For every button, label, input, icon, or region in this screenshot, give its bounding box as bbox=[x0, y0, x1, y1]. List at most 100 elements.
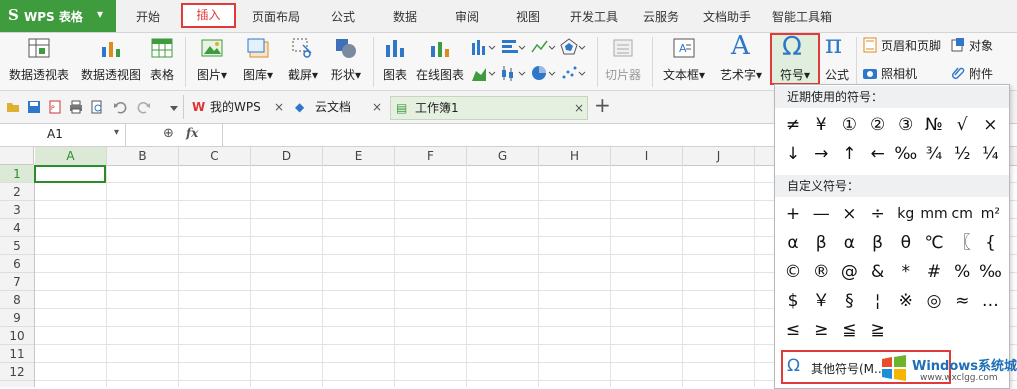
tab-my-wps[interactable]: W 我的WPS × bbox=[190, 96, 290, 120]
column-header[interactable]: J bbox=[683, 147, 755, 165]
gallery-button[interactable]: 图库▾ bbox=[238, 33, 278, 90]
symbol-item[interactable]: β bbox=[807, 230, 835, 256]
area-chart-icon[interactable] bbox=[470, 63, 496, 83]
tab-home[interactable]: 开始 bbox=[136, 8, 160, 25]
symbol-item[interactable]: { bbox=[976, 230, 1004, 256]
tab-page-layout[interactable]: 页面布局 bbox=[252, 8, 300, 25]
symbol-item[interactable]: ¦ bbox=[864, 288, 892, 314]
symbol-item[interactable]: ® bbox=[807, 259, 835, 285]
row-header[interactable]: 10 bbox=[0, 327, 34, 345]
symbol-item[interactable]: ≧ bbox=[864, 317, 892, 343]
symbol-item[interactable]: ◎ bbox=[920, 288, 948, 314]
symbol-item[interactable]: cm bbox=[948, 201, 976, 227]
symbol-item[interactable]: ↓ bbox=[779, 141, 807, 167]
stock-chart-icon[interactable] bbox=[500, 63, 526, 83]
zoom-icon[interactable]: ⊕ bbox=[163, 126, 174, 141]
chevron-down-icon[interactable]: ▾ bbox=[114, 127, 119, 138]
column-header[interactable]: G bbox=[467, 147, 539, 165]
symbol-item[interactable]: √ bbox=[948, 112, 976, 138]
symbol-item[interactable]: 〖 bbox=[948, 230, 976, 256]
symbol-item[interactable]: ① bbox=[835, 112, 863, 138]
symbol-item[interactable]: m² bbox=[976, 201, 1004, 227]
symbol-item[interactable]: ¼ bbox=[976, 141, 1004, 167]
symbol-item[interactable]: % bbox=[948, 259, 976, 285]
tab-review[interactable]: 审阅 bbox=[455, 8, 479, 25]
print-preview-icon[interactable] bbox=[90, 100, 104, 114]
symbol-item[interactable]: … bbox=[976, 288, 1004, 314]
symbol-item[interactable]: + bbox=[779, 201, 807, 227]
screenshot-button[interactable]: 截屏▾ bbox=[283, 33, 323, 90]
symbol-item[interactable]: ↑ bbox=[835, 141, 863, 167]
tab-data[interactable]: 数据 bbox=[393, 8, 417, 25]
export-pdf-icon[interactable]: P bbox=[48, 100, 62, 114]
symbol-item[interactable]: ¥ bbox=[807, 112, 835, 138]
symbol-item[interactable]: # bbox=[920, 259, 948, 285]
row-header[interactable]: 5 bbox=[0, 237, 34, 255]
save-icon[interactable] bbox=[27, 100, 41, 114]
app-menu-button[interactable]: S WPS 表格 ▾ bbox=[0, 0, 116, 32]
online-chart-button[interactable]: 在线图表 bbox=[414, 33, 466, 90]
textbox-button[interactable]: A 文本框▾ bbox=[658, 33, 710, 90]
selected-cell-a1[interactable] bbox=[34, 165, 106, 183]
tab-insert[interactable]: 插入 bbox=[181, 3, 236, 28]
symbol-item[interactable]: ≦ bbox=[835, 317, 863, 343]
row-header[interactable]: 11 bbox=[0, 345, 34, 363]
chart-button[interactable]: 图表 bbox=[378, 33, 412, 90]
symbol-item[interactable]: ② bbox=[864, 112, 892, 138]
row-header[interactable]: 6 bbox=[0, 255, 34, 273]
radar-chart-icon[interactable] bbox=[560, 37, 586, 57]
symbol-item[interactable]: ≥ bbox=[807, 317, 835, 343]
tab-view[interactable]: 视图 bbox=[516, 8, 540, 25]
column-header[interactable]: C bbox=[179, 147, 251, 165]
symbol-item[interactable]: — bbox=[807, 201, 835, 227]
column-header[interactable]: D bbox=[251, 147, 323, 165]
symbol-item[interactable]: © bbox=[779, 259, 807, 285]
tab-doc-assistant[interactable]: 文档助手 bbox=[703, 8, 751, 25]
symbol-item[interactable]: β bbox=[864, 230, 892, 256]
tab-workbook1[interactable]: ▤ 工作簿1 × bbox=[390, 96, 588, 120]
symbol-item[interactable]: ≤ bbox=[779, 317, 807, 343]
pivot-chart-button[interactable]: 数据透视图 bbox=[78, 33, 144, 90]
tab-formulas[interactable]: 公式 bbox=[331, 8, 355, 25]
row-header[interactable]: 2 bbox=[0, 183, 34, 201]
close-icon[interactable]: × bbox=[372, 96, 382, 118]
row-header[interactable]: 7 bbox=[0, 273, 34, 291]
quick-access-dropdown-icon[interactable] bbox=[167, 101, 181, 115]
tab-cloud-docs[interactable]: ◆ 云文档 × bbox=[295, 96, 387, 120]
tab-developer[interactable]: 开发工具 bbox=[570, 8, 618, 25]
formula-button[interactable]: π 公式 bbox=[822, 30, 852, 90]
function-fx-icon[interactable]: fx bbox=[186, 126, 198, 140]
pivot-table-button[interactable]: 数据透视表 bbox=[6, 33, 72, 90]
symbol-item[interactable]: θ bbox=[892, 230, 920, 256]
print-icon[interactable] bbox=[69, 100, 83, 114]
bar-chart-icon[interactable] bbox=[500, 37, 526, 57]
scatter-chart-icon[interactable] bbox=[560, 63, 586, 83]
symbol-item[interactable]: ≠ bbox=[779, 112, 807, 138]
column-header[interactable]: E bbox=[323, 147, 395, 165]
tab-cloud-service[interactable]: 云服务 bbox=[643, 8, 679, 25]
row-header[interactable]: 4 bbox=[0, 219, 34, 237]
row-header[interactable]: 1 bbox=[0, 165, 34, 183]
column-header[interactable]: A bbox=[35, 147, 107, 165]
symbol-item[interactable]: * bbox=[892, 259, 920, 285]
redo-icon[interactable] bbox=[137, 100, 151, 114]
symbol-item[interactable]: № bbox=[920, 112, 948, 138]
undo-icon[interactable] bbox=[113, 100, 127, 114]
symbol-item[interactable]: α bbox=[779, 230, 807, 256]
symbol-item[interactable]: ③ bbox=[892, 112, 920, 138]
wordart-button[interactable]: A 艺术字▾ bbox=[714, 31, 768, 90]
symbol-item[interactable]: mm bbox=[920, 201, 948, 227]
shape-button[interactable]: 形状▾ bbox=[326, 33, 366, 90]
column-header[interactable]: H bbox=[539, 147, 611, 165]
close-icon[interactable]: × bbox=[574, 97, 584, 119]
symbol-button[interactable]: Ω 符号▾ bbox=[770, 32, 820, 85]
pie-chart-icon[interactable] bbox=[530, 63, 556, 83]
tab-smart-toolbox[interactable]: 智能工具箱 bbox=[772, 8, 832, 25]
symbol-item[interactable]: ← bbox=[864, 141, 892, 167]
name-box[interactable]: A1 ▾ bbox=[0, 124, 126, 146]
slicer-button[interactable]: 切片器 bbox=[603, 33, 643, 90]
open-folder-icon[interactable] bbox=[6, 100, 20, 114]
symbol-item[interactable]: × bbox=[976, 112, 1004, 138]
table-button[interactable]: 表格 bbox=[148, 33, 176, 90]
column-chart-icon[interactable] bbox=[470, 37, 496, 57]
